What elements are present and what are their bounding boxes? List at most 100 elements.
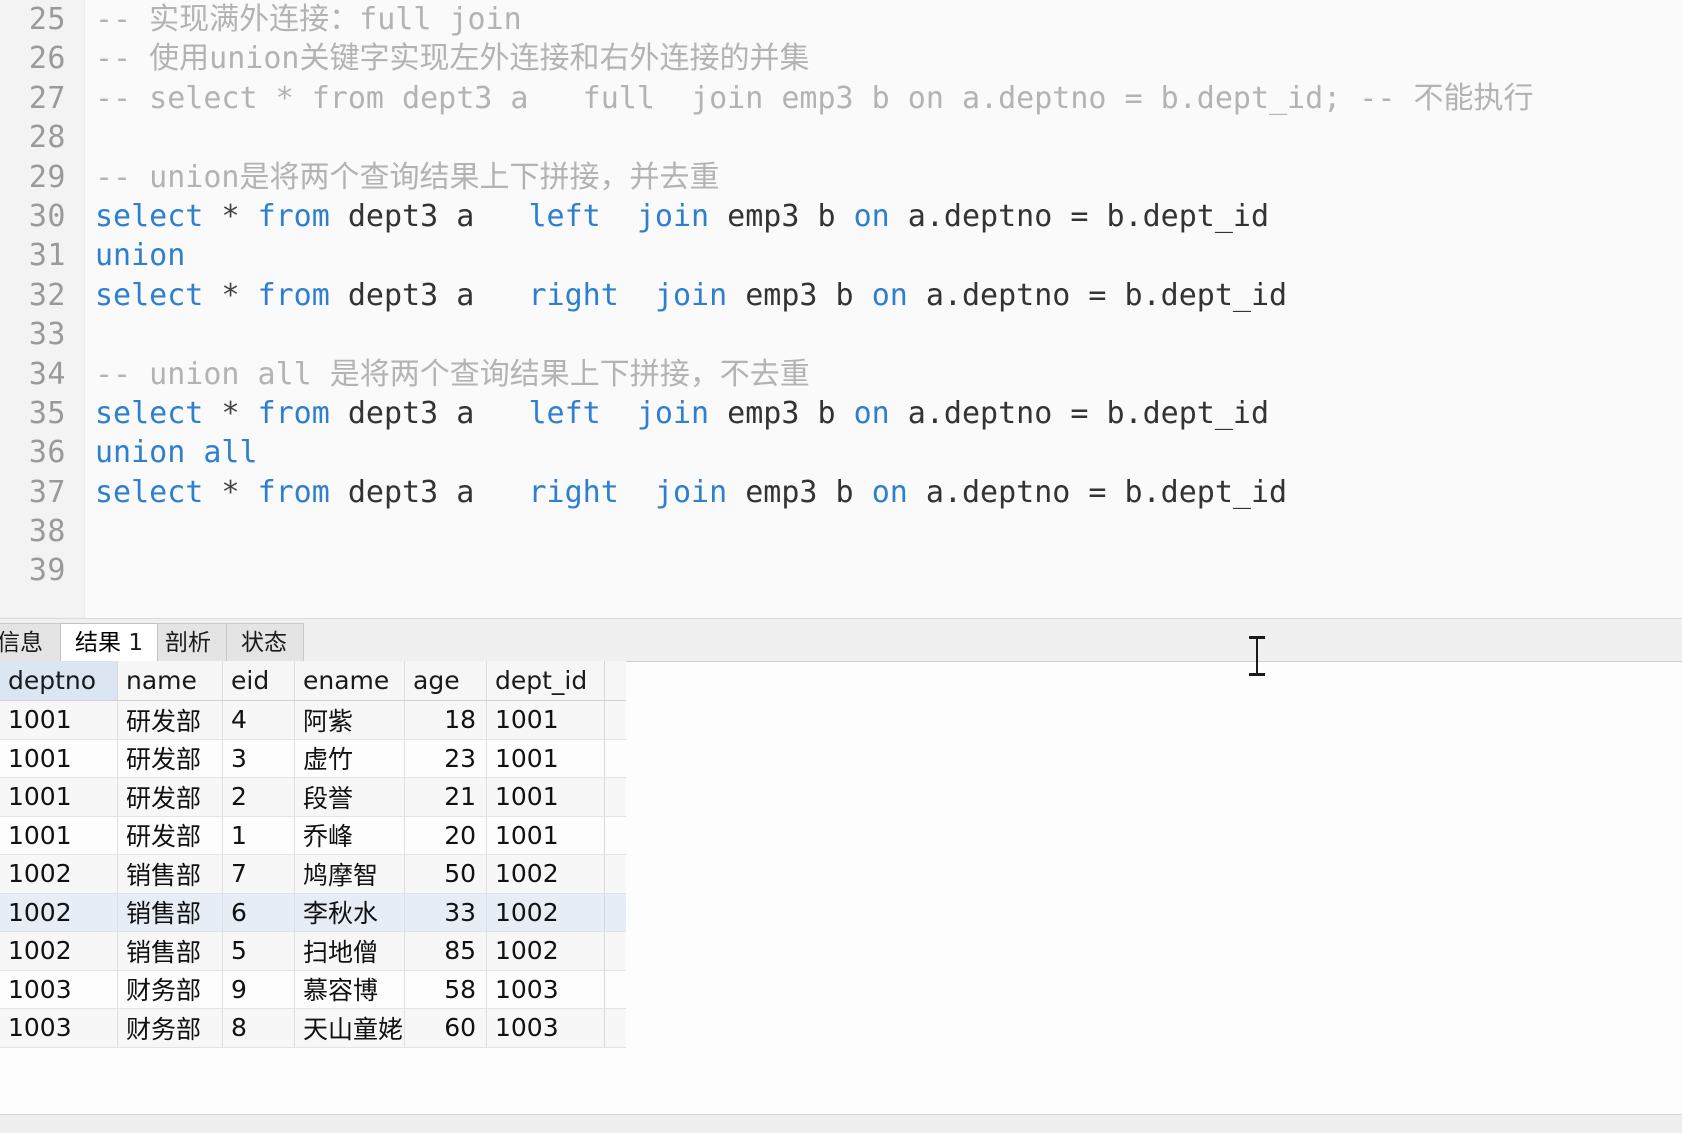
grid-cell[interactable]: 7 xyxy=(223,855,295,893)
code-line[interactable]: 32 select * from dept3 a right join emp3 … xyxy=(0,276,1682,315)
grid-column-header[interactable]: eid xyxy=(223,661,295,700)
grid-cell[interactable]: 李秋水 xyxy=(295,893,405,931)
grid-cell[interactable]: 20 xyxy=(405,816,487,854)
code-token: a.deptno = b.dept_id xyxy=(907,474,1288,510)
grid-cell[interactable]: 研发部 xyxy=(118,739,223,777)
code-line[interactable]: 26 -- 使用union关键字实现左外连接和右外连接的并集 xyxy=(0,39,1682,78)
code-line[interactable]: 39 xyxy=(0,551,1682,590)
grid-cell[interactable]: 23 xyxy=(405,739,487,777)
grid-cell[interactable]: 21 xyxy=(405,778,487,816)
grid-cell[interactable]: 乔峰 xyxy=(295,816,405,854)
code-line[interactable]: 30 select * from dept3 a left join emp3 b… xyxy=(0,197,1682,236)
grid-cell[interactable]: 85 xyxy=(405,932,487,970)
results-tabbar[interactable]: 信息 结果 1 剖析 状态 xyxy=(0,619,1682,662)
grid-cell[interactable]: 3 xyxy=(223,739,295,777)
grid-row[interactable]: 1001 研发部 4 阿紫 18 1001 xyxy=(0,701,626,740)
code-line[interactable]: 28 xyxy=(0,118,1682,157)
grid-row[interactable]: 1003 财务部 8 天山童姥 60 1003 xyxy=(0,1009,626,1048)
grid-row[interactable]: 1002 销售部 6 李秋水 33 1002 xyxy=(0,893,626,932)
code-line[interactable]: 31 union xyxy=(0,236,1682,275)
code-line[interactable]: 34 -- union all 是将两个查询结果上下拼接，不去重 xyxy=(0,355,1682,394)
grid-cell[interactable]: 5 xyxy=(223,932,295,970)
grid-column-header[interactable]: age xyxy=(405,661,487,700)
grid-cell[interactable]: 1001 xyxy=(487,778,605,816)
grid-cell[interactable]: 1002 xyxy=(487,893,605,931)
code-line[interactable]: 33 xyxy=(0,315,1682,354)
code-line[interactable]: 36 union all xyxy=(0,433,1682,472)
grid-cell[interactable]: 1001 xyxy=(0,739,118,777)
grid-cell[interactable]: 1002 xyxy=(0,932,118,970)
code-line[interactable]: 37 select * from dept3 a right join emp3 … xyxy=(0,473,1682,512)
results-tab[interactable]: 状态 xyxy=(226,623,304,661)
results-tab-label: 结果 xyxy=(75,630,121,656)
code-line[interactable]: 25 -- 实现满外连接：full join xyxy=(0,0,1682,39)
grid-cell[interactable]: 鸠摩智 xyxy=(295,855,405,893)
grid-cell[interactable]: 4 xyxy=(223,701,295,739)
code-token: join xyxy=(636,198,710,234)
grid-cell[interactable]: 1003 xyxy=(487,970,605,1008)
grid-cell[interactable]: 研发部 xyxy=(118,778,223,816)
grid-cell[interactable]: 6 xyxy=(223,893,295,931)
grid-row[interactable]: 1001 研发部 1 乔峰 20 1001 xyxy=(0,816,626,855)
grid-cell[interactable]: 1002 xyxy=(487,932,605,970)
results-tab[interactable]: 剖析 xyxy=(150,623,228,661)
grid-row[interactable]: 1002 销售部 7 鸠摩智 50 1002 xyxy=(0,855,626,894)
grid-cell[interactable]: 1001 xyxy=(487,816,605,854)
code-line[interactable]: 27 -- select * from dept3 a full join emp… xyxy=(0,79,1682,118)
grid-cell[interactable]: 9 xyxy=(223,970,295,1008)
line-number: 38 xyxy=(28,514,66,550)
grid-row[interactable]: 1003 财务部 9 慕容博 58 1003 xyxy=(0,970,626,1009)
results-tab[interactable]: 结果 1 xyxy=(60,623,158,661)
grid-row[interactable]: 1001 研发部 2 段誉 21 1001 xyxy=(0,778,626,817)
grid-cell[interactable]: 销售部 xyxy=(118,893,223,931)
grid-row[interactable]: 1001 研发部 3 虚竹 23 1001 xyxy=(0,739,626,778)
grid-cell[interactable]: 1003 xyxy=(0,970,118,1008)
code-line[interactable]: 38 xyxy=(0,512,1682,551)
grid-cell[interactable]: 研发部 xyxy=(118,816,223,854)
grid-cell[interactable]: 1 xyxy=(223,816,295,854)
grid-cell[interactable]: 58 xyxy=(405,970,487,1008)
grid-cell[interactable]: 1001 xyxy=(0,701,118,739)
grid-cell[interactable]: 研发部 xyxy=(118,701,223,739)
code-line[interactable]: 29 -- union是将两个查询结果上下拼接，并去重 xyxy=(0,158,1682,197)
grid-cell[interactable]: 阿紫 xyxy=(295,701,405,739)
grid-cell[interactable]: 18 xyxy=(405,701,487,739)
code-line[interactable]: 35 select * from dept3 a left join emp3 b… xyxy=(0,394,1682,433)
code-token: * xyxy=(221,277,240,313)
grid-cell[interactable]: 33 xyxy=(405,893,487,931)
grid-cell[interactable]: 60 xyxy=(405,1009,487,1047)
code-area[interactable]: 25 -- 实现满外连接：full join 26 -- 使用union关键字实现左外… xyxy=(0,0,1682,618)
grid-cell[interactable]: 虚竹 xyxy=(295,739,405,777)
grid-cell[interactable]: 财务部 xyxy=(118,1009,223,1047)
grid-row[interactable]: 1002 销售部 5 扫地僧 85 1002 xyxy=(0,932,626,971)
grid-cell[interactable]: 1001 xyxy=(0,778,118,816)
grid-cell[interactable]: 50 xyxy=(405,855,487,893)
grid-cell[interactable]: 1001 xyxy=(0,816,118,854)
grid-cell[interactable]: 慕容博 xyxy=(295,970,405,1008)
grid-cell[interactable]: 1001 xyxy=(487,739,605,777)
grid-cell[interactable]: 1002 xyxy=(0,855,118,893)
grid-column-header[interactable]: name xyxy=(118,661,223,700)
grid-cell[interactable]: 1002 xyxy=(0,893,118,931)
grid-cell[interactable]: 销售部 xyxy=(118,932,223,970)
grid-cell[interactable]: 扫地僧 xyxy=(295,932,405,970)
line-number: 30 xyxy=(28,198,66,234)
grid-cell[interactable]: 2 xyxy=(223,778,295,816)
grid-column-header[interactable]: deptno xyxy=(0,661,118,700)
code-token: a.deptno = b.dept_id xyxy=(889,198,1270,234)
grid-column-header[interactable]: ename xyxy=(295,661,405,700)
grid-column-header[interactable]: dept_id xyxy=(487,661,605,700)
grid-cell[interactable]: 1001 xyxy=(487,701,605,739)
grid-cell[interactable]: 1003 xyxy=(487,1009,605,1047)
grid-cell[interactable]: 财务部 xyxy=(118,970,223,1008)
grid-cell[interactable]: 销售部 xyxy=(118,855,223,893)
grid-cell[interactable]: 段誉 xyxy=(295,778,405,816)
code-line-text: union xyxy=(95,236,185,275)
grid-cell[interactable]: 1003 xyxy=(0,1009,118,1047)
result-grid[interactable]: deptno name eid ename age dept_id 1001 研发部 4 阿紫 18… xyxy=(0,661,626,1048)
grid-cell[interactable]: 1002 xyxy=(487,855,605,893)
grid-cell[interactable]: 8 xyxy=(223,1009,295,1047)
grid-cell[interactable]: 天山童姥 xyxy=(295,1009,405,1047)
sql-editor[interactable]: 25 -- 实现满外连接：full join 26 -- 使用union关键字实现左外… xyxy=(0,0,1682,618)
